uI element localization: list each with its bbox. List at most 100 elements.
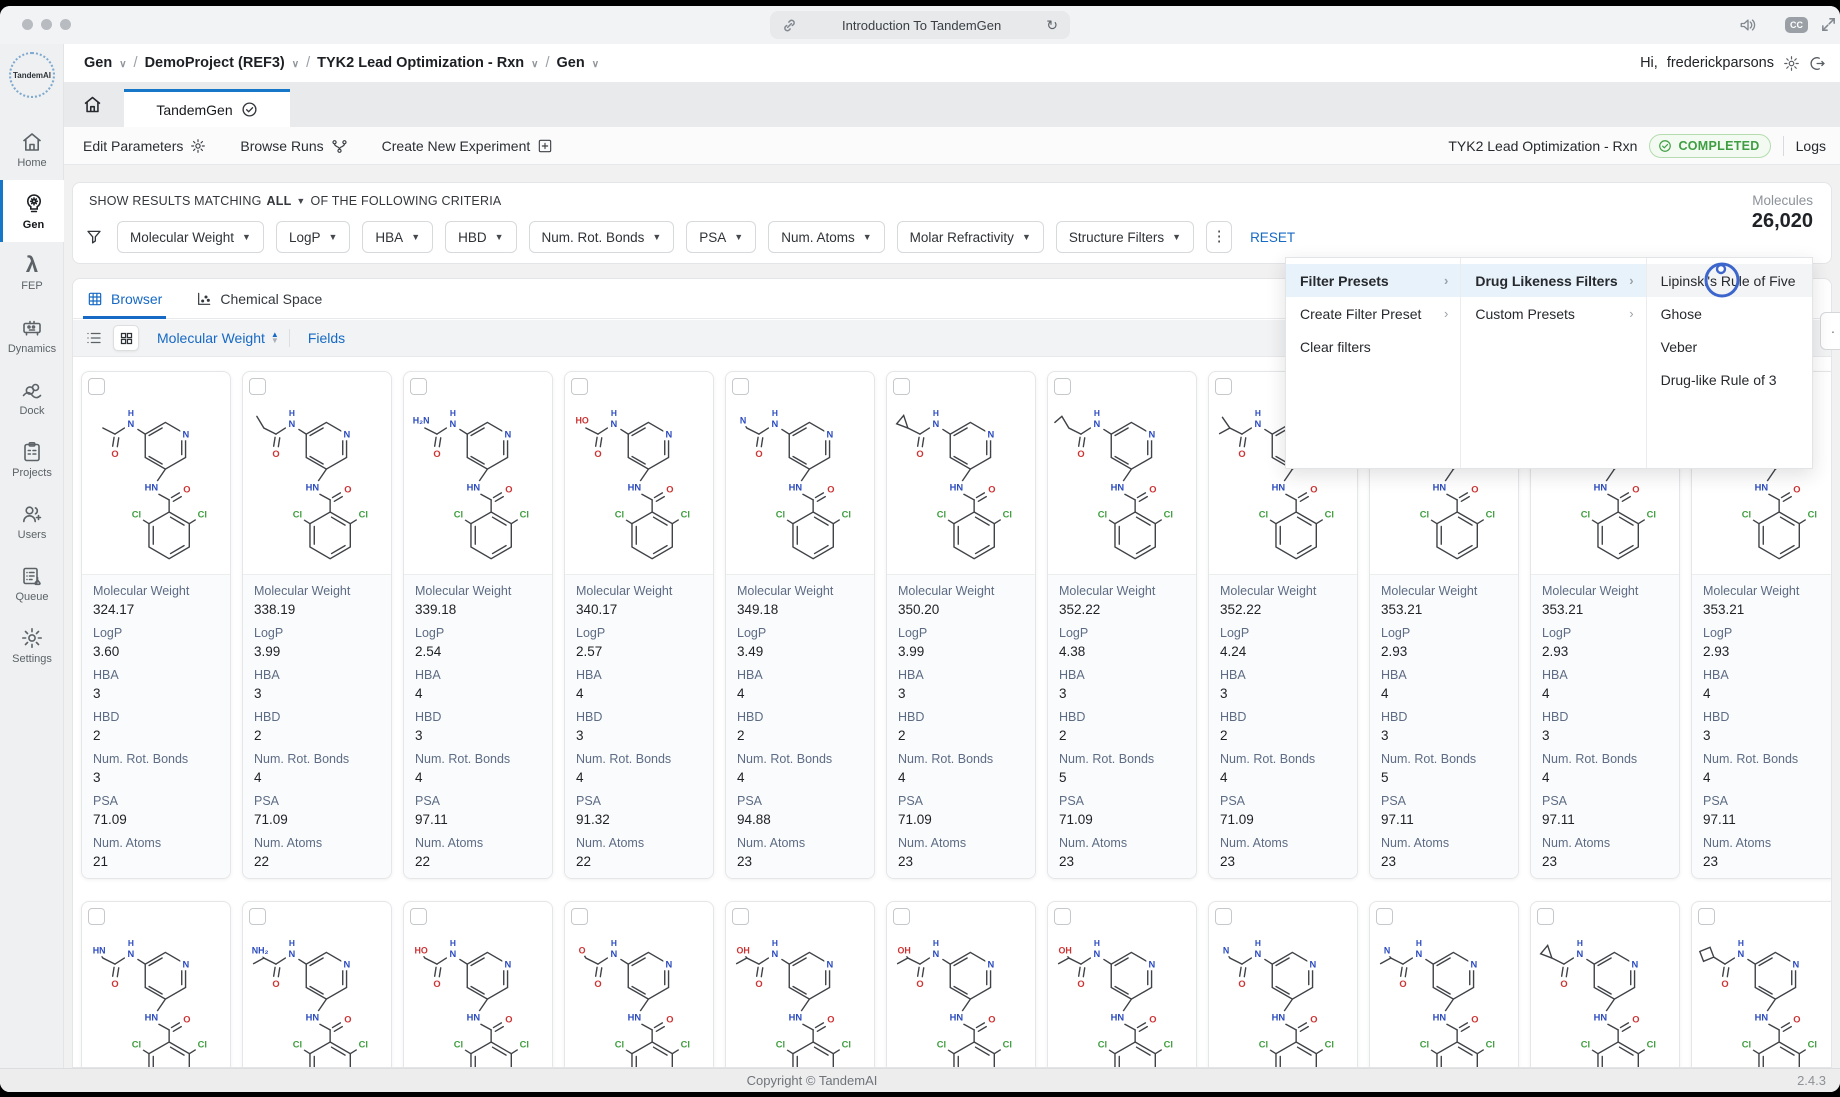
reset-filters-button[interactable]: RESET [1250,230,1295,245]
filter-button-molecular-weight[interactable]: Molecular Weight▼ [117,221,264,253]
reload-icon[interactable]: ↻ [1046,17,1058,34]
tab-browser[interactable]: Browser [83,279,166,319]
molecule-checkbox[interactable] [88,378,105,395]
molecule-checkbox[interactable] [732,378,749,395]
molecule-card[interactable]: NHNOOHHNOClCl [886,901,1036,1067]
browse-runs-button[interactable]: Browse Runs [240,138,347,155]
sidebar-item-queue[interactable]: Queue [0,552,64,614]
molecule-card[interactable]: NHNOHOHNOClClMolecular Weight340.17LogP2… [564,371,714,879]
volume-icon[interactable] [1739,17,1757,33]
menu-item-drug-like-rule-of-3[interactable]: Drug-like Rule of 3 [1647,363,1812,396]
chevron-down-icon[interactable]: ∨ [292,59,299,70]
svg-text:H: H [450,938,456,948]
window-zoom-button[interactable] [60,19,71,30]
molecule-card[interactable]: NHNOHNOClCl [1691,901,1831,1067]
tab-chemical-space[interactable]: Chemical Space [192,279,326,319]
filter-button-num-atoms[interactable]: Num. Atoms▼ [768,221,884,253]
menu-item-filter-presets[interactable]: Filter Presets› [1286,264,1460,297]
molecule-checkbox[interactable] [410,908,427,925]
molecule-card[interactable]: NHNOOHHNOClCl [725,901,875,1067]
molecule-checkbox[interactable] [1215,908,1232,925]
molecule-checkbox[interactable] [571,378,588,395]
filter-button-hba[interactable]: HBA▼ [362,221,433,253]
closed-captions-icon[interactable]: CC [1785,17,1808,33]
molecule-card[interactable]: NHNONHNOClCl [1369,901,1519,1067]
molecule-card[interactable]: NHNOHNOClClMolecular Weight350.20LogP3.9… [886,371,1036,879]
molecule-card[interactable]: NHNOHNOClClMolecular Weight338.19LogP3.9… [242,371,392,879]
menu-item-drug-likeness-filters[interactable]: Drug Likeness Filters› [1461,264,1645,297]
filter-button-num-rot-bonds[interactable]: Num. Rot. Bonds▼ [529,221,675,253]
grid-view-button[interactable] [113,325,139,351]
menu-item-ghose[interactable]: Ghose [1647,297,1812,330]
create-new-experiment-button[interactable]: Create New Experiment [382,138,554,154]
sidebar-item-projects[interactable]: Projects [0,428,64,490]
sidebar-item-settings[interactable]: Settings [0,614,64,676]
molecule-card[interactable]: NHNONHNOClClMolecular Weight349.18LogP3.… [725,371,875,879]
sidebar-item-gen[interactable]: Gen [0,180,64,242]
molecule-card[interactable]: NHNOHOHNOClCl [403,901,553,1067]
logs-button[interactable]: Logs [1796,138,1826,154]
breadcrumb-item[interactable]: Gen [557,55,585,71]
chevron-down-icon[interactable]: ∨ [531,59,538,70]
molecule-checkbox[interactable] [249,378,266,395]
match-mode-select[interactable]: ALL [267,194,292,208]
list-view-button[interactable] [85,329,103,347]
fullscreen-icon[interactable] [1820,16,1837,33]
molecule-checkbox[interactable] [571,908,588,925]
molecule-card[interactable]: NHNOHNOClClMolecular Weight324.17LogP3.6… [81,371,231,879]
sidebar-item-fep[interactable]: λFEP [0,242,64,304]
sort-direction-icon[interactable]: ▲▼ [271,332,279,344]
filter-button-logp[interactable]: LogP▼ [276,221,350,253]
molecule-card[interactable]: NHNOHNOClClMolecular Weight352.22LogP4.3… [1047,371,1197,879]
sidebar-item-users[interactable]: Users [0,490,64,552]
tab-tandemgen[interactable]: TandemGen [124,89,290,127]
logout-icon[interactable] [1809,55,1826,72]
home-tab[interactable] [82,94,103,115]
molecule-card[interactable]: NHNOH₂NHNOClClMolecular Weight339.18LogP… [403,371,553,879]
molecule-checkbox[interactable] [1054,908,1071,925]
molecule-checkbox[interactable] [1376,908,1393,925]
sidebar-item-dock[interactable]: Dock [0,366,64,428]
molecule-checkbox[interactable] [1537,908,1554,925]
molecule-checkbox[interactable] [1215,378,1232,395]
menu-item-veber[interactable]: Veber [1647,330,1812,363]
breadcrumb-item[interactable]: DemoProject (REF3) [145,55,285,71]
filter-button-hbd[interactable]: HBD▼ [445,221,516,253]
molecule-checkbox[interactable] [88,908,105,925]
menu-item-create-filter-preset[interactable]: Create Filter Preset› [1286,297,1460,330]
molecule-card[interactable]: NHNOHNHNOClCl [81,901,231,1067]
edit-parameters-button[interactable]: Edit Parameters [83,138,206,154]
molecule-card[interactable]: NHNOOHHNOClCl [1047,901,1197,1067]
breadcrumb-item[interactable]: TYK2 Lead Optimization - Rxn [317,55,524,71]
molecule-card[interactable]: NHNONH₂HNOClCl [242,901,392,1067]
molecule-checkbox[interactable] [410,378,427,395]
molecule-checkbox[interactable] [893,378,910,395]
window-close-button[interactable] [22,19,33,30]
filter-button-molar-refractivity[interactable]: Molar Refractivity▼ [897,221,1044,253]
window-minimize-button[interactable] [41,19,52,30]
molecule-checkbox[interactable] [249,908,266,925]
user-settings-gear-icon[interactable] [1783,55,1800,72]
menu-item-custom-presets[interactable]: Custom Presets› [1461,297,1645,330]
edge-overflow-button[interactable]: · [1820,312,1840,350]
molecule-card[interactable]: NHNOHNOClCl [1530,901,1680,1067]
fields-button[interactable]: Fields [308,330,345,346]
menu-item-clear-filters[interactable]: Clear filters [1286,330,1460,363]
sort-field-selector[interactable]: Molecular Weight ▲▼ [157,330,279,346]
chevron-down-icon[interactable]: ∨ [119,59,126,70]
molecule-card[interactable]: NHNONHNOClCl [1208,901,1358,1067]
molecule-checkbox[interactable] [732,908,749,925]
molecule-checkbox[interactable] [1054,378,1071,395]
sidebar-item-dynamics[interactable]: Dynamics [0,304,64,366]
breadcrumb-item[interactable]: Gen [84,55,112,71]
molecule-checkbox[interactable] [1698,908,1715,925]
chevron-down-icon[interactable]: ∨ [592,59,599,70]
filter-button-structure-filters[interactable]: Structure Filters▼ [1056,221,1194,253]
filter-button-psa[interactable]: PSA▼ [686,221,756,253]
molecule-card[interactable]: NHNOOHNOClCl [564,901,714,1067]
svg-text:Cl: Cl [1098,510,1107,520]
url-bar[interactable]: Introduction To TandemGen ↻ [770,11,1070,39]
sidebar-item-home[interactable]: Home [0,118,64,180]
filter-overflow-kebab-button[interactable]: ⋮ [1206,221,1232,253]
molecule-checkbox[interactable] [893,908,910,925]
